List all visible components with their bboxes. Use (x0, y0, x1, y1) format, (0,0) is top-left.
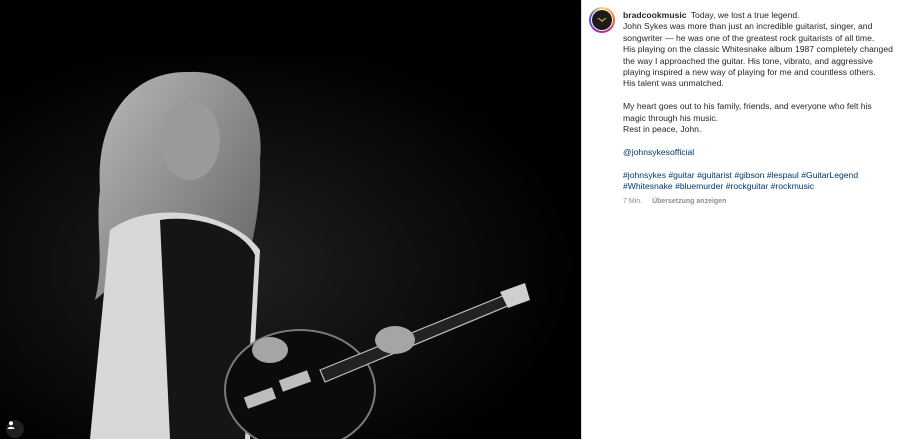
post-image[interactable] (0, 0, 581, 439)
guitarist-photo (0, 56, 581, 439)
timestamp: 7 Min. (623, 198, 643, 206)
hashtag-link[interactable]: #rockmusic (771, 181, 814, 191)
mention-link[interactable]: @johnsykesofficial (623, 147, 694, 157)
hashtag-link[interactable]: #guitar (668, 170, 694, 180)
hashtag-link[interactable]: #guitarist (697, 170, 732, 180)
hashtag-link[interactable]: #Whitesnake (623, 181, 673, 191)
hashtag-link[interactable]: #rockguitar (726, 181, 769, 191)
hashtag-link[interactable]: #gibson (734, 170, 764, 180)
person-icon (7, 421, 15, 429)
post-meta: 7 Min. Übersetzung anzeigen (623, 196, 893, 207)
post-sidebar: bradcookmusic Today, we lost a true lege… (582, 0, 900, 439)
username-link[interactable]: bradcookmusic (623, 10, 687, 20)
avatar-logo-icon (592, 10, 612, 30)
hashtag-list: #johnsykes #guitar #guitarist #gibson #l… (623, 170, 893, 193)
caption-line: His playing on the classic Whitesnake al… (623, 44, 893, 78)
hashtag-link[interactable]: #bluemurder (675, 181, 723, 191)
avatar[interactable] (589, 7, 615, 33)
tagged-user-button[interactable] (6, 420, 24, 438)
caption-line: My heart goes out to his family, friends… (623, 101, 872, 123)
translate-button[interactable]: Übersetzung anzeigen (652, 196, 726, 207)
post-caption: bradcookmusic Today, we lost a true lege… (623, 10, 893, 208)
hashtag-link[interactable]: #GuitarLegend (801, 170, 858, 180)
caption-line: His talent was unmatched. (623, 78, 724, 89)
caption-line: Rest in peace, John. (623, 124, 702, 135)
hashtag-link[interactable]: #lespaul (767, 170, 799, 180)
hashtag-link[interactable]: #johnsykes (623, 170, 666, 180)
caption-line: Today, we lost a true legend. (690, 10, 800, 20)
caption-line: John Sykes was more than just an incredi… (623, 21, 875, 43)
